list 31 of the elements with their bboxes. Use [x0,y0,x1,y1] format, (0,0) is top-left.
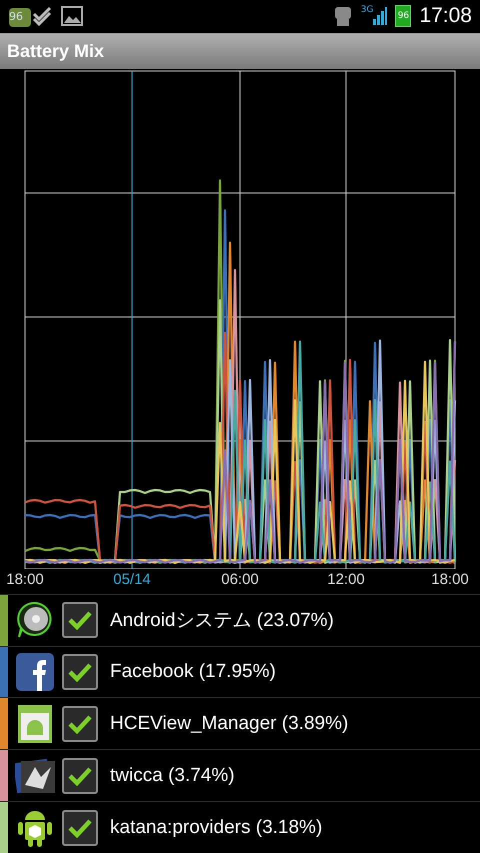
network-type: 3G [360,5,374,15]
axis-label: 06:00 [221,570,259,588]
check-icon [68,818,92,838]
check-icon [68,766,92,786]
paper-bird-icon [15,756,55,795]
axis-label: 12:00 [327,570,365,588]
check-icon [68,610,92,630]
checkbox[interactable] [62,654,98,690]
battery-indicator: 96 [395,5,412,28]
app-usage-label: twicca (3.74%) [110,764,235,787]
app-usage-label: Facebook (17.95%) [110,661,276,684]
clock: 17:08 [419,4,472,28]
app-title: Battery Mix [7,40,104,62]
image-icon [61,6,83,26]
check-stack-icon [31,5,53,28]
checkbox[interactable] [62,758,98,794]
android-doc-icon [18,704,52,743]
app-usage-label: HCEView_Manager (3.89%) [110,712,348,735]
app-usage-label: Androidシステム (23.07%) [110,609,334,634]
check-icon [68,714,92,734]
axis-label: 05/14 [113,570,151,588]
facebook-icon [16,653,54,692]
signal-icon [373,7,388,26]
axis-label: 18:00 [6,570,44,588]
axis-label: 18:00 [431,570,469,588]
check-icon [68,662,92,682]
checkbox[interactable] [62,810,98,846]
notification-count: 96 [9,10,23,23]
app-usage-label: katana:providers (3.18%) [110,816,322,839]
checkbox[interactable] [62,602,98,638]
checkbox[interactable] [62,706,98,742]
